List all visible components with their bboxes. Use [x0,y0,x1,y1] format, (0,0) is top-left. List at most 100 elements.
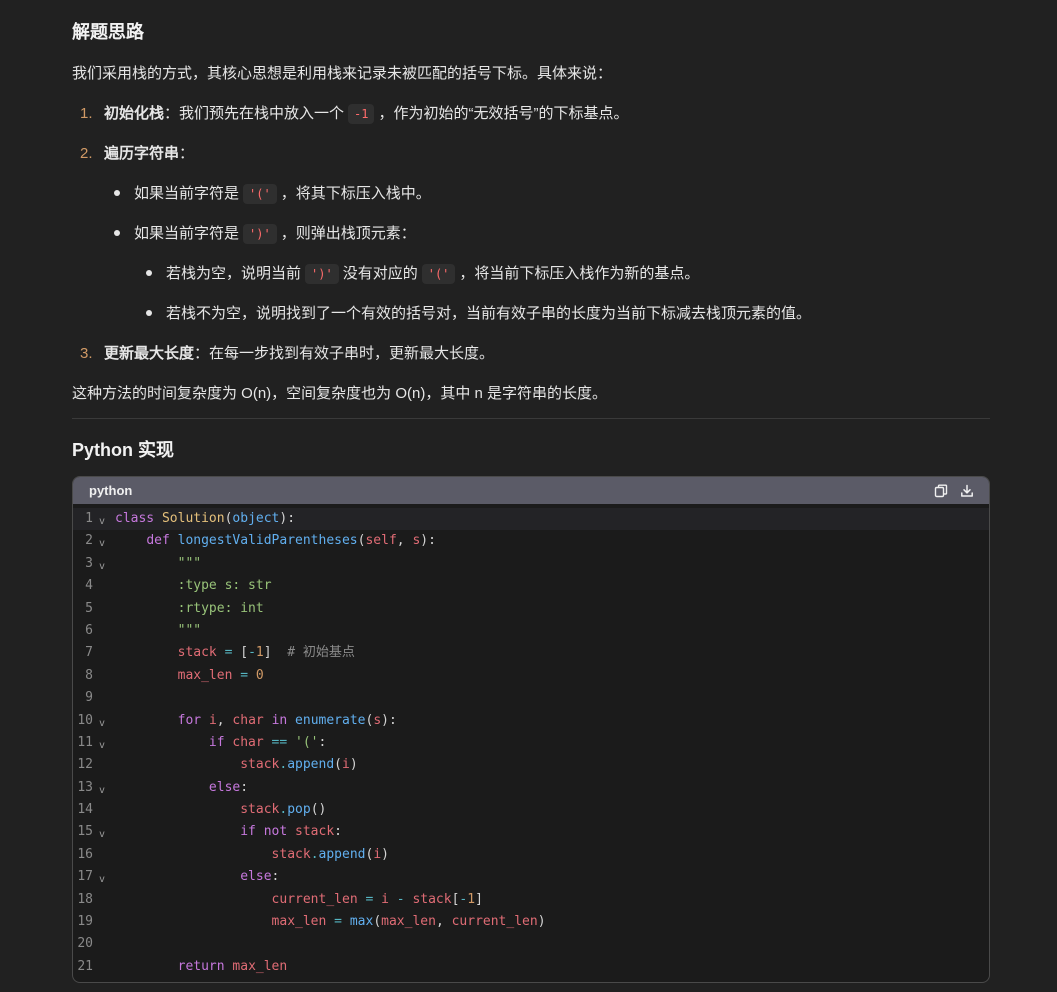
list-item-bullet: 如果当前字符是 ')' ，则弹出栈顶元素： [114,222,416,244]
complexity-paragraph: 这种方法的时间复杂度为 O(n)，空间复杂度也为 O(n)，其中 n 是字符串的… [72,385,608,402]
inline-code: ')' [305,264,339,284]
code-text: :rtype: int [115,600,264,616]
code-text: stack.pop() [240,802,327,818]
line-number: 6 [85,622,93,638]
code-line[interactable]: 20 [73,933,989,955]
code-line[interactable]: 8 max_len = 0 [73,665,989,687]
code-line[interactable]: 1 v class Solution(object): [73,508,989,531]
code-block: python 1 v class Solution(object): 2 v d… [72,476,990,983]
line-number: 13 [77,779,93,795]
list-item-bullet: 如果当前字符是 '(' ，将其下标压入栈中。 [114,182,431,204]
code-line[interactable]: 15 v if not stack: [73,821,989,843]
code-text: current_len = i - stack[-1] [271,891,483,907]
bullet-dot [114,189,120,196]
inline-code: ')' [243,224,277,244]
code-editor[interactable]: 1 v class Solution(object): 2 v def longestV… [73,504,989,978]
list-item-subbullet: 若栈不为空，说明找到了一个有效的括号对，当前有效子串的长度为当前下标减去栈顶元素… [146,302,811,323]
line-number: 20 [77,936,93,952]
line-number: 11 [77,734,93,750]
code-text: return max_len [177,958,288,974]
step-text: ： [179,145,195,162]
bullet-text: ，将当前下标压入栈作为新的基点。 [459,265,700,282]
step-text: ：在每一步找到有效子串时，更新最大长度。 [194,345,495,362]
code-block-header: python [73,477,989,504]
code-text: else: [208,779,249,795]
bullet-text: ，则弹出栈顶元素： [280,225,416,242]
code-line[interactable]: 11 v if char == '(': [73,732,989,754]
code-language-label: python [89,483,133,498]
download-icon[interactable] [959,483,975,499]
step-number: 1. [80,105,93,122]
code-text: stack.append(i) [271,846,389,862]
list-item-step-2: 2. 遍历字符串： [80,142,194,163]
line-number: 10 [77,712,93,728]
line-number: 12 [77,757,93,773]
copy-icon[interactable] [933,483,949,499]
code-text: :type s: str [115,578,272,594]
line-number: 18 [77,891,93,907]
code-line[interactable]: 10 v for i, char in enumerate(s): [73,710,989,732]
bullet-dot [114,229,120,236]
bullet-text: 若栈为空，说明当前 [166,265,302,282]
inline-code: '(' [243,184,277,204]
step-title: 更新最大长度 [104,345,195,362]
list-item-subbullet: 若栈为空，说明当前 ')' 没有对应的 '(' ，将当前下标压入栈作为新的基点。 [146,262,700,284]
line-number: 7 [85,645,93,661]
line-number: 19 [77,914,93,930]
code-line[interactable]: 6 """ [73,620,989,642]
code-text: else: [240,869,280,885]
line-number: 16 [77,846,93,862]
code-text: stack.append(i) [240,757,358,773]
bullet-dot [146,309,152,316]
step-text: ，作为初始的“无效括号”的下标基点。 [378,105,629,122]
code-line[interactable]: 4 :type s: str [73,575,989,597]
line-number: 3 [85,555,93,571]
line-number: 1 [85,511,93,526]
code-text: if not stack: [240,824,342,840]
bullet-dot [146,269,152,276]
list-item-step-1: 1. 初始化栈：我们预先在栈中放入一个 -1 ，作为初始的“无效括号”的下标基点。 [80,102,629,124]
code-line[interactable]: 9 [73,687,989,709]
code-line[interactable]: 12 stack.append(i) [73,754,989,776]
list-item-step-3: 3. 更新最大长度：在每一步找到有效子串时，更新最大长度。 [80,342,494,363]
code-line[interactable]: 21 return max_len [73,956,989,978]
code-text: if char == '(': [208,734,327,750]
line-number: 9 [85,690,93,706]
section-title-implementation: Python 实现 [72,440,174,460]
code-line[interactable]: 5 :rtype: int [73,598,989,620]
step-title: 遍历字符串 [104,145,180,162]
code-text: max_len = max(max_len, current_len) [271,914,546,930]
divider [72,418,990,419]
code-line[interactable]: 16 stack.append(i) [73,844,989,866]
code-line[interactable]: 3v """ [73,553,989,575]
line-number: 17 [77,869,93,885]
section-title-approach: 解题思路 [72,22,144,42]
bullet-text: ，将其下标压入栈中。 [280,185,431,202]
bullet-text: 若栈不为空，说明找到了一个有效的括号对，当前有效子串的长度为当前下标减去栈顶元素… [166,305,812,322]
bullet-text: 没有对应的 [342,265,418,282]
code-line[interactable]: 18 current_len = i - stack[-1] [73,889,989,911]
code-line[interactable]: 19 max_len = max(max_len, current_len) [73,911,989,933]
code-actions [933,483,975,499]
step-title: 初始化栈 [104,105,165,122]
inline-code: '(' [421,264,456,284]
line-number: 14 [77,802,93,818]
code-text: max_len = 0 [177,667,264,683]
inline-code: -1 [348,104,375,124]
code-line[interactable]: 2v def longestValidParentheses(self, s): [73,530,989,552]
code-text: class Solution(object): [115,511,296,526]
code-line[interactable]: 17 v else: [73,866,989,888]
step-text: ：我们预先在栈中放入一个 [164,105,345,122]
line-number: 8 [85,667,93,683]
code-line[interactable]: 13 v else: [73,777,989,799]
chat-response-page: 解题思路 我们采用栈的方式，其核心思想是利用栈来记录未被匹配的括号下标。具体来说… [0,0,1057,992]
code-line[interactable]: 14 stack.pop() [73,799,989,821]
line-number: 15 [77,824,93,840]
bullet-text: 如果当前字符是 [134,185,240,202]
code-line[interactable]: 7 stack = [-1] # 初始基点 [73,642,989,664]
code-text: stack = [-1] # 初始基点 [177,645,355,661]
code-text: """ [177,622,202,638]
code-text: def longestValidParentheses(self, s): [146,533,436,549]
step-number: 2. [80,145,93,162]
line-number: 21 [77,958,93,974]
